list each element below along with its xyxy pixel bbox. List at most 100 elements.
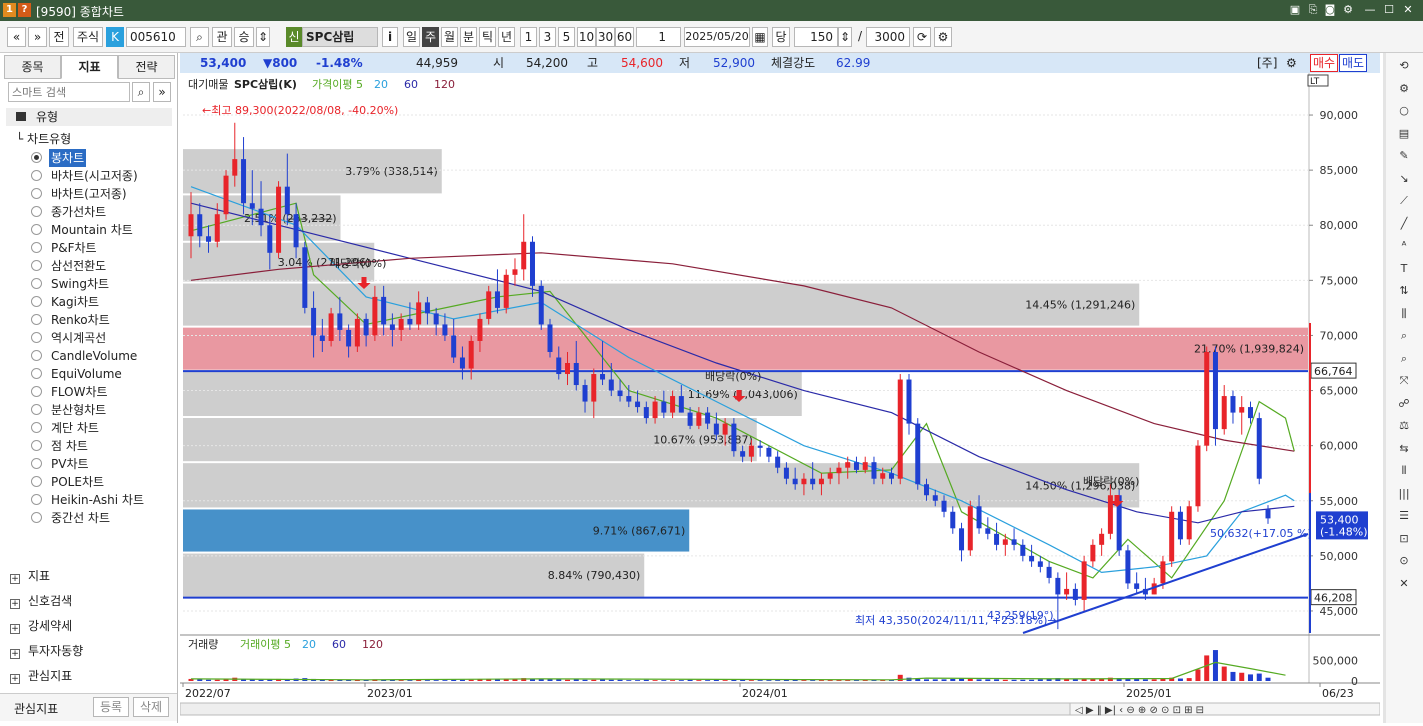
period-month[interactable]: 월 [441,27,458,47]
minute-10[interactable]: 10 [577,27,596,47]
expand-icon[interactable]: » [153,82,171,102]
gear-icon[interactable]: ⚙ [1286,53,1297,73]
stock-name[interactable]: SPC삼립 [302,27,378,47]
minute-30[interactable]: 30 [596,27,615,47]
gear-icon[interactable]: ⚙ [1394,80,1414,98]
seung-button[interactable]: 승 [234,27,254,47]
pen-icon[interactable]: ✎ [1394,147,1414,165]
chart-type-item[interactable]: Mountain 차트 [49,221,135,239]
max-input[interactable]: 3000 [866,27,910,47]
chart-type-radio[interactable] [31,404,42,415]
chart-type-radio[interactable] [31,314,42,325]
minute-60[interactable]: 60 [615,27,634,47]
chart-type-item[interactable]: PV차트 [49,455,91,473]
chart-type-radio[interactable] [31,260,42,271]
minimize-icon[interactable]: — [1362,2,1378,18]
smart-search-input[interactable] [8,82,130,102]
chart-type-item[interactable]: 바차트(고저종) [49,185,129,203]
chart-type-item[interactable]: 삼선전환도 [49,257,108,275]
chart-type-radio[interactable] [31,170,42,181]
stock-code-input[interactable]: 005610 [126,27,186,47]
period-day[interactable]: 일 [403,27,420,47]
chart-type-radio[interactable] [31,278,42,289]
section-3[interactable]: + 투자자동향 [10,642,83,660]
line-icon[interactable]: ⟋ [1394,192,1414,210]
minute-3[interactable]: 3 [539,27,556,47]
search-icon[interactable]: ⌕ [132,82,150,102]
chart-type-radio[interactable] [31,458,42,469]
bar-icon[interactable]: ▤ [1394,125,1414,143]
capture-icon[interactable]: ◙ [1322,2,1338,18]
chart-type-radio[interactable] [31,422,42,433]
dang-button[interactable]: 당 [772,27,790,47]
chart-type-radio[interactable] [31,386,42,397]
chart-type-item[interactable]: EquiVolume [49,365,124,383]
zoom-icon[interactable]: ⌕ [1394,327,1414,345]
delete-button[interactable]: 삭제 [133,697,169,717]
scale-icon[interactable]: ⚖ [1394,417,1414,435]
section-0[interactable]: + 지표 [10,567,50,585]
settings-icon[interactable]: ⚙ [1340,2,1356,18]
close-icon[interactable]: ✕ [1400,2,1416,18]
buy-button[interactable]: 매수 [1310,54,1339,72]
chart-type-radio[interactable] [31,224,42,235]
count-input[interactable]: 150 [794,27,838,47]
prev-button[interactable]: « [7,27,26,47]
help-icon[interactable]: 1 [3,3,16,17]
swap-icon[interactable]: ⇆ [1394,440,1414,458]
chart-type-item[interactable]: 분산형차트 [49,401,108,419]
vertical-scrollbar[interactable] [1383,53,1386,723]
price-chart[interactable]: 3.79% (338,514)2.51% (2̶6̶3̶,2̶3̶2̶)3.04… [179,73,1381,723]
chart-type-item[interactable]: CandleVolume [49,347,139,365]
period-year[interactable]: 년 [498,27,515,47]
chart-type-radio[interactable] [31,296,42,307]
dropdown-button[interactable]: » [28,27,47,47]
target-icon[interactable]: ⊙ [1394,552,1414,570]
search-icon[interactable]: ⌕ [190,27,209,47]
section-1[interactable]: + 신호검색 [10,592,72,610]
chart-type-radio[interactable] [31,350,42,361]
chart-type-radio[interactable] [31,206,42,217]
section-2[interactable]: + 강세약세 [10,617,72,635]
chart-type-item[interactable]: 계단 차트 [49,419,101,437]
chart-type-item[interactable]: 역시계곡선 [49,329,108,347]
chart-type-radio[interactable] [31,476,42,487]
chart-type-radio[interactable] [31,152,42,163]
chart-type-radio[interactable] [31,494,42,505]
period-week[interactable]: 주 [422,27,439,47]
jeon-button[interactable]: 전 [49,27,69,47]
count-stepper[interactable]: ⇕ [838,27,852,47]
remove-icon[interactable]: ✕ [1394,575,1414,593]
chart-type-radio[interactable] [31,188,42,199]
question-icon[interactable]: ? [18,3,31,17]
info-button[interactable]: i [382,27,398,47]
spin-icon[interactable]: ⇕ [256,27,270,47]
calendar-icon[interactable]: ▦ [752,27,768,47]
trendline-icon[interactable]: ╱ [1394,215,1414,233]
box-icon[interactable]: ⊡ [1394,530,1414,548]
chart-type-item[interactable]: 종가선차트 [49,203,108,221]
chart-type-item[interactable]: Renko차트 [49,311,112,329]
kwan-button[interactable]: 관 [212,27,232,47]
chart-type-radio[interactable] [31,332,42,343]
tab-strategy[interactable]: 전략 [118,55,175,79]
maximize-icon[interactable]: ☐ [1381,2,1397,18]
stock-type-button[interactable]: 주식 [73,27,103,47]
minute-1[interactable]: 1 [520,27,537,47]
chart-type-item[interactable]: Swing차트 [49,275,111,293]
minute-5[interactable]: 5 [558,27,575,47]
undo-icon[interactable]: ⟲ [1394,57,1414,75]
chart-type-radio[interactable] [31,368,42,379]
interval-select[interactable]: 1 [636,27,681,47]
link-icon[interactable]: ⎘ [1305,2,1321,18]
chart-type-item[interactable]: 바차트(시고저종) [49,167,140,185]
new-window-icon[interactable]: ▣ [1287,2,1303,18]
auto-icon[interactable]: ᴬ [1394,237,1414,255]
fib-icon[interactable]: ⇅ [1394,282,1414,300]
chart-type-item[interactable]: P&F차트 [49,239,99,257]
register-button[interactable]: 등록 [93,697,129,717]
type-group-header[interactable]: 유형 [6,108,172,126]
zoom-out-icon[interactable]: ⌕ [1394,350,1414,368]
chart-type-radio[interactable] [31,242,42,253]
tab-indicator[interactable]: 지표 [61,55,118,79]
